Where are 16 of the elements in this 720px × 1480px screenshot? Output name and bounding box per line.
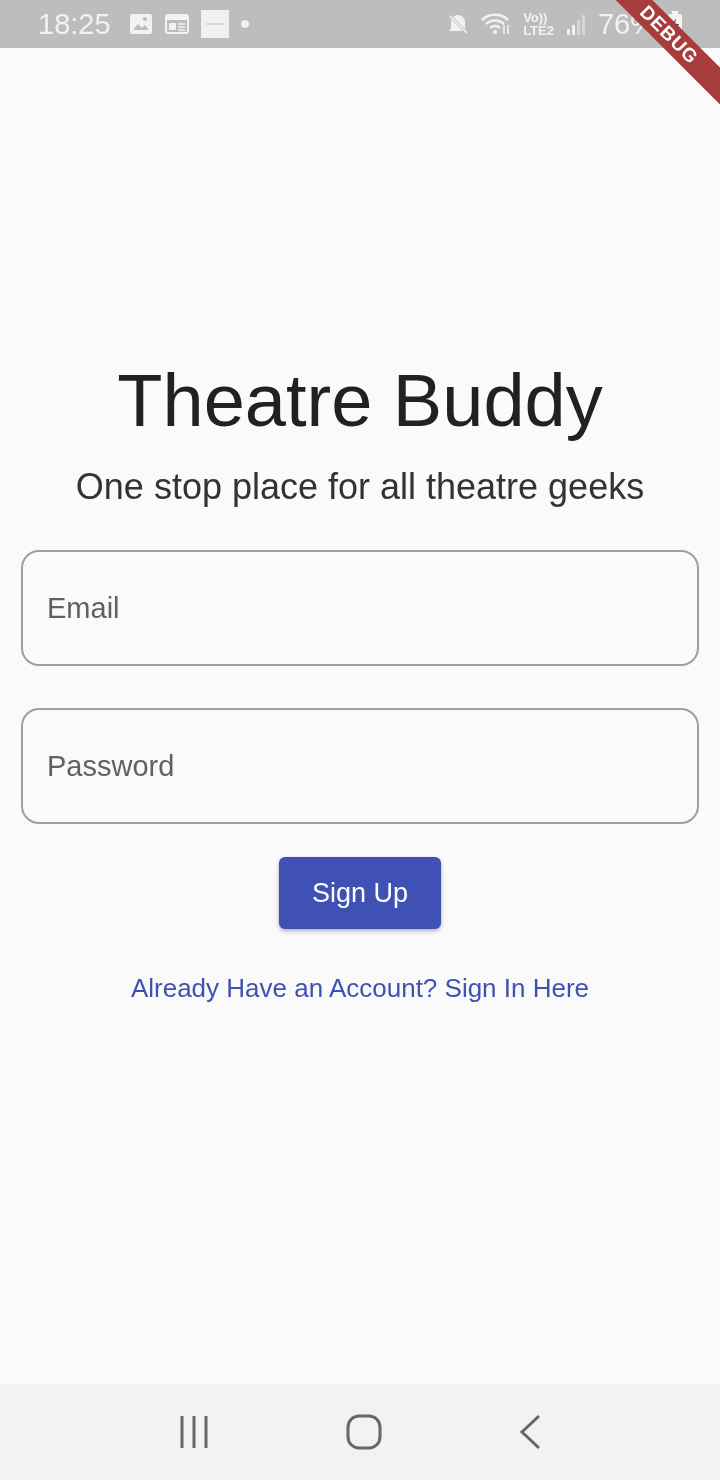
signal-icon <box>565 13 586 35</box>
input-field[interactable]: Password <box>21 708 699 824</box>
recent-apps-icon[interactable] <box>178 1414 210 1450</box>
sign-in-link[interactable]: Already Have an Account? Sign In Here <box>130 973 590 1004</box>
wifi-icon <box>481 13 512 35</box>
subtitle: One stop place for all theatre geeks <box>75 465 645 509</box>
sign-up-button[interactable]: Sign Up <box>279 857 441 929</box>
newspaper-icon <box>164 13 189 35</box>
app-title: Theatre Buddy <box>117 358 603 444</box>
back-icon[interactable] <box>518 1414 542 1450</box>
mute-icon <box>447 13 470 35</box>
home-icon[interactable] <box>346 1414 382 1450</box>
input-field[interactable]: Email <box>21 550 699 666</box>
image-icon <box>128 13 153 35</box>
dot-icon <box>240 20 249 28</box>
app-icon <box>200 10 229 38</box>
